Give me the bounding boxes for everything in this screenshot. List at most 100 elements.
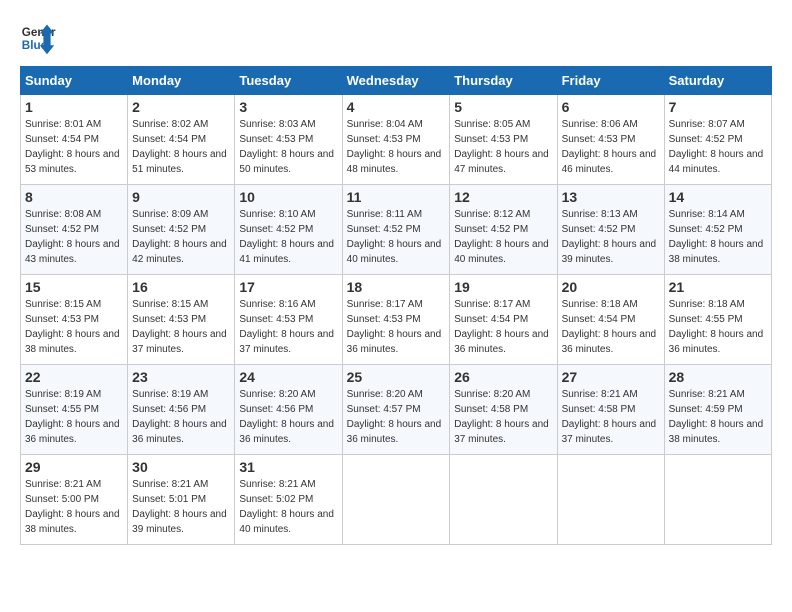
day-number: 5 <box>454 99 552 115</box>
day-number: 19 <box>454 279 552 295</box>
logo-icon: General Blue <box>20 20 56 56</box>
calendar-cell: 24 Sunrise: 8:20 AMSunset: 4:56 PMDaylig… <box>235 365 342 455</box>
day-number: 1 <box>25 99 123 115</box>
calendar-table: SundayMondayTuesdayWednesdayThursdayFrid… <box>20 66 772 545</box>
day-info: Sunrise: 8:20 AMSunset: 4:56 PMDaylight:… <box>239 387 337 447</box>
day-info: Sunrise: 8:18 AMSunset: 4:55 PMDaylight:… <box>669 297 767 357</box>
day-info: Sunrise: 8:13 AMSunset: 4:52 PMDaylight:… <box>562 207 660 267</box>
day-number: 8 <box>25 189 123 205</box>
calendar-cell: 20 Sunrise: 8:18 AMSunset: 4:54 PMDaylig… <box>557 275 664 365</box>
day-number: 30 <box>132 459 230 475</box>
calendar-cell: 11 Sunrise: 8:11 AMSunset: 4:52 PMDaylig… <box>342 185 450 275</box>
day-number: 15 <box>25 279 123 295</box>
day-info: Sunrise: 8:15 AMSunset: 4:53 PMDaylight:… <box>132 297 230 357</box>
calendar-cell: 9 Sunrise: 8:09 AMSunset: 4:52 PMDayligh… <box>128 185 235 275</box>
day-info: Sunrise: 8:21 AMSunset: 4:58 PMDaylight:… <box>562 387 660 447</box>
day-info: Sunrise: 8:01 AMSunset: 4:54 PMDaylight:… <box>25 117 123 177</box>
day-number: 16 <box>132 279 230 295</box>
column-header-sunday: Sunday <box>21 67 128 95</box>
day-number: 10 <box>239 189 337 205</box>
calendar-cell: 8 Sunrise: 8:08 AMSunset: 4:52 PMDayligh… <box>21 185 128 275</box>
logo: General Blue <box>20 20 56 56</box>
week-row-5: 29 Sunrise: 8:21 AMSunset: 5:00 PMDaylig… <box>21 455 772 545</box>
day-info: Sunrise: 8:16 AMSunset: 4:53 PMDaylight:… <box>239 297 337 357</box>
calendar-cell: 28 Sunrise: 8:21 AMSunset: 4:59 PMDaylig… <box>664 365 771 455</box>
day-info: Sunrise: 8:21 AMSunset: 5:01 PMDaylight:… <box>132 477 230 537</box>
calendar-cell: 4 Sunrise: 8:04 AMSunset: 4:53 PMDayligh… <box>342 95 450 185</box>
week-row-3: 15 Sunrise: 8:15 AMSunset: 4:53 PMDaylig… <box>21 275 772 365</box>
day-info: Sunrise: 8:03 AMSunset: 4:53 PMDaylight:… <box>239 117 337 177</box>
day-number: 9 <box>132 189 230 205</box>
calendar-cell <box>450 455 557 545</box>
column-header-monday: Monday <box>128 67 235 95</box>
week-row-2: 8 Sunrise: 8:08 AMSunset: 4:52 PMDayligh… <box>21 185 772 275</box>
day-number: 12 <box>454 189 552 205</box>
day-number: 21 <box>669 279 767 295</box>
day-number: 29 <box>25 459 123 475</box>
calendar-cell: 26 Sunrise: 8:20 AMSunset: 4:58 PMDaylig… <box>450 365 557 455</box>
day-info: Sunrise: 8:10 AMSunset: 4:52 PMDaylight:… <box>239 207 337 267</box>
day-number: 11 <box>347 189 446 205</box>
day-number: 13 <box>562 189 660 205</box>
week-row-4: 22 Sunrise: 8:19 AMSunset: 4:55 PMDaylig… <box>21 365 772 455</box>
day-info: Sunrise: 8:20 AMSunset: 4:58 PMDaylight:… <box>454 387 552 447</box>
day-number: 3 <box>239 99 337 115</box>
day-info: Sunrise: 8:06 AMSunset: 4:53 PMDaylight:… <box>562 117 660 177</box>
day-info: Sunrise: 8:11 AMSunset: 4:52 PMDaylight:… <box>347 207 446 267</box>
calendar-cell: 17 Sunrise: 8:16 AMSunset: 4:53 PMDaylig… <box>235 275 342 365</box>
day-info: Sunrise: 8:21 AMSunset: 5:00 PMDaylight:… <box>25 477 123 537</box>
calendar-cell: 2 Sunrise: 8:02 AMSunset: 4:54 PMDayligh… <box>128 95 235 185</box>
day-info: Sunrise: 8:20 AMSunset: 4:57 PMDaylight:… <box>347 387 446 447</box>
week-row-1: 1 Sunrise: 8:01 AMSunset: 4:54 PMDayligh… <box>21 95 772 185</box>
day-info: Sunrise: 8:15 AMSunset: 4:53 PMDaylight:… <box>25 297 123 357</box>
calendar-cell <box>557 455 664 545</box>
calendar-cell <box>342 455 450 545</box>
day-number: 27 <box>562 369 660 385</box>
calendar-cell: 25 Sunrise: 8:20 AMSunset: 4:57 PMDaylig… <box>342 365 450 455</box>
day-number: 20 <box>562 279 660 295</box>
page-header: General Blue <box>20 20 772 56</box>
calendar-cell: 30 Sunrise: 8:21 AMSunset: 5:01 PMDaylig… <box>128 455 235 545</box>
day-info: Sunrise: 8:21 AMSunset: 4:59 PMDaylight:… <box>669 387 767 447</box>
calendar-cell: 14 Sunrise: 8:14 AMSunset: 4:52 PMDaylig… <box>664 185 771 275</box>
day-number: 22 <box>25 369 123 385</box>
calendar-cell: 3 Sunrise: 8:03 AMSunset: 4:53 PMDayligh… <box>235 95 342 185</box>
day-info: Sunrise: 8:04 AMSunset: 4:53 PMDaylight:… <box>347 117 446 177</box>
calendar-cell: 12 Sunrise: 8:12 AMSunset: 4:52 PMDaylig… <box>450 185 557 275</box>
column-header-wednesday: Wednesday <box>342 67 450 95</box>
day-info: Sunrise: 8:17 AMSunset: 4:54 PMDaylight:… <box>454 297 552 357</box>
calendar-cell: 6 Sunrise: 8:06 AMSunset: 4:53 PMDayligh… <box>557 95 664 185</box>
calendar-cell: 5 Sunrise: 8:05 AMSunset: 4:53 PMDayligh… <box>450 95 557 185</box>
calendar-cell: 15 Sunrise: 8:15 AMSunset: 4:53 PMDaylig… <box>21 275 128 365</box>
day-number: 31 <box>239 459 337 475</box>
calendar-cell <box>664 455 771 545</box>
calendar-cell: 13 Sunrise: 8:13 AMSunset: 4:52 PMDaylig… <box>557 185 664 275</box>
day-info: Sunrise: 8:21 AMSunset: 5:02 PMDaylight:… <box>239 477 337 537</box>
column-header-thursday: Thursday <box>450 67 557 95</box>
day-number: 6 <box>562 99 660 115</box>
calendar-cell: 23 Sunrise: 8:19 AMSunset: 4:56 PMDaylig… <box>128 365 235 455</box>
calendar-cell: 21 Sunrise: 8:18 AMSunset: 4:55 PMDaylig… <box>664 275 771 365</box>
column-header-friday: Friday <box>557 67 664 95</box>
calendar-cell: 16 Sunrise: 8:15 AMSunset: 4:53 PMDaylig… <box>128 275 235 365</box>
day-info: Sunrise: 8:09 AMSunset: 4:52 PMDaylight:… <box>132 207 230 267</box>
calendar-cell: 19 Sunrise: 8:17 AMSunset: 4:54 PMDaylig… <box>450 275 557 365</box>
day-number: 24 <box>239 369 337 385</box>
day-info: Sunrise: 8:05 AMSunset: 4:53 PMDaylight:… <box>454 117 552 177</box>
day-number: 23 <box>132 369 230 385</box>
calendar-cell: 18 Sunrise: 8:17 AMSunset: 4:53 PMDaylig… <box>342 275 450 365</box>
calendar-cell: 27 Sunrise: 8:21 AMSunset: 4:58 PMDaylig… <box>557 365 664 455</box>
calendar-cell: 1 Sunrise: 8:01 AMSunset: 4:54 PMDayligh… <box>21 95 128 185</box>
day-info: Sunrise: 8:17 AMSunset: 4:53 PMDaylight:… <box>347 297 446 357</box>
calendar-cell: 31 Sunrise: 8:21 AMSunset: 5:02 PMDaylig… <box>235 455 342 545</box>
day-info: Sunrise: 8:14 AMSunset: 4:52 PMDaylight:… <box>669 207 767 267</box>
day-number: 14 <box>669 189 767 205</box>
day-info: Sunrise: 8:08 AMSunset: 4:52 PMDaylight:… <box>25 207 123 267</box>
day-info: Sunrise: 8:12 AMSunset: 4:52 PMDaylight:… <box>454 207 552 267</box>
header-row: SundayMondayTuesdayWednesdayThursdayFrid… <box>21 67 772 95</box>
calendar-cell: 22 Sunrise: 8:19 AMSunset: 4:55 PMDaylig… <box>21 365 128 455</box>
day-info: Sunrise: 8:07 AMSunset: 4:52 PMDaylight:… <box>669 117 767 177</box>
day-number: 26 <box>454 369 552 385</box>
day-number: 4 <box>347 99 446 115</box>
day-info: Sunrise: 8:19 AMSunset: 4:55 PMDaylight:… <box>25 387 123 447</box>
